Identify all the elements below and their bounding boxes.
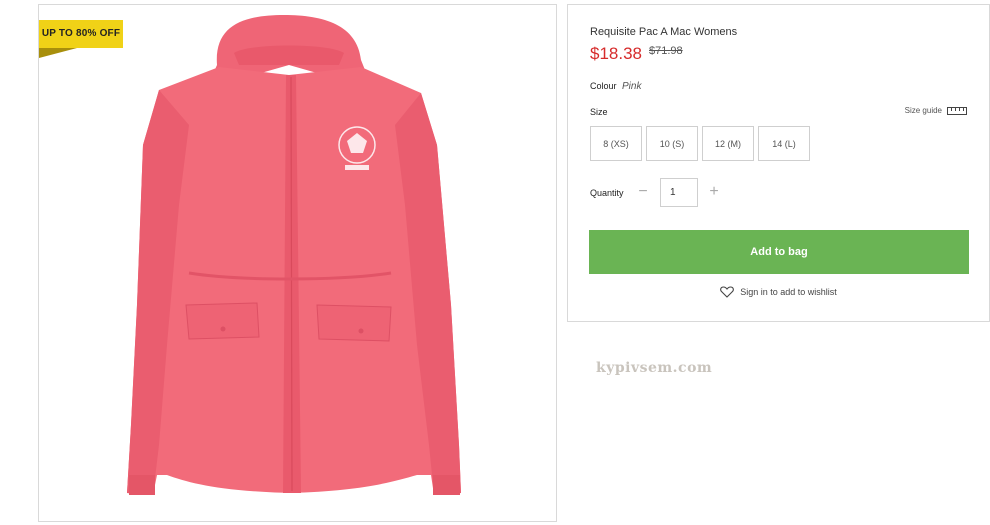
add-to-bag-button[interactable]: Add to bag xyxy=(589,230,969,274)
size-options: 8 (XS) 10 (S) 12 (M) 14 (L) xyxy=(590,126,810,161)
size-option-14-l[interactable]: 14 (L) xyxy=(758,126,810,161)
colour-value: Pink xyxy=(622,81,642,92)
watermark: kypivsem.com xyxy=(596,360,713,376)
size-option-8-xs[interactable]: 8 (XS) xyxy=(590,126,642,161)
size-option-12-m[interactable]: 12 (M) xyxy=(702,126,754,161)
current-price: $18.38 xyxy=(590,44,642,63)
minus-icon[interactable]: − xyxy=(636,183,650,201)
plus-icon[interactable]: + xyxy=(707,183,721,201)
product-image-panel: UP TO 80% OFF xyxy=(38,4,557,522)
badge-fold xyxy=(39,48,77,58)
product-image[interactable] xyxy=(39,5,557,522)
product-info-panel: Requisite Pac A Mac Womens $18.38 $71.98… xyxy=(567,4,990,322)
size-guide-label: Size guide xyxy=(904,106,942,115)
wishlist-label: Sign in to add to wishlist xyxy=(740,287,837,297)
product-title: Requisite Pac A Mac Womens xyxy=(590,26,738,38)
discount-badge: UP TO 80% OFF xyxy=(39,20,123,48)
size-label: Size xyxy=(590,107,608,117)
heart-plus-icon xyxy=(720,286,735,298)
wishlist-link[interactable]: Sign in to add to wishlist xyxy=(568,286,989,298)
size-guide-link[interactable]: Size guide xyxy=(905,106,967,115)
quantity-input[interactable]: 1 xyxy=(660,178,698,207)
original-price: $71.98 xyxy=(649,45,683,57)
colour-label: Colour xyxy=(590,81,617,91)
size-option-10-s[interactable]: 10 (S) xyxy=(646,126,698,161)
quantity-label: Quantity xyxy=(590,188,624,198)
ruler-icon xyxy=(947,106,967,115)
